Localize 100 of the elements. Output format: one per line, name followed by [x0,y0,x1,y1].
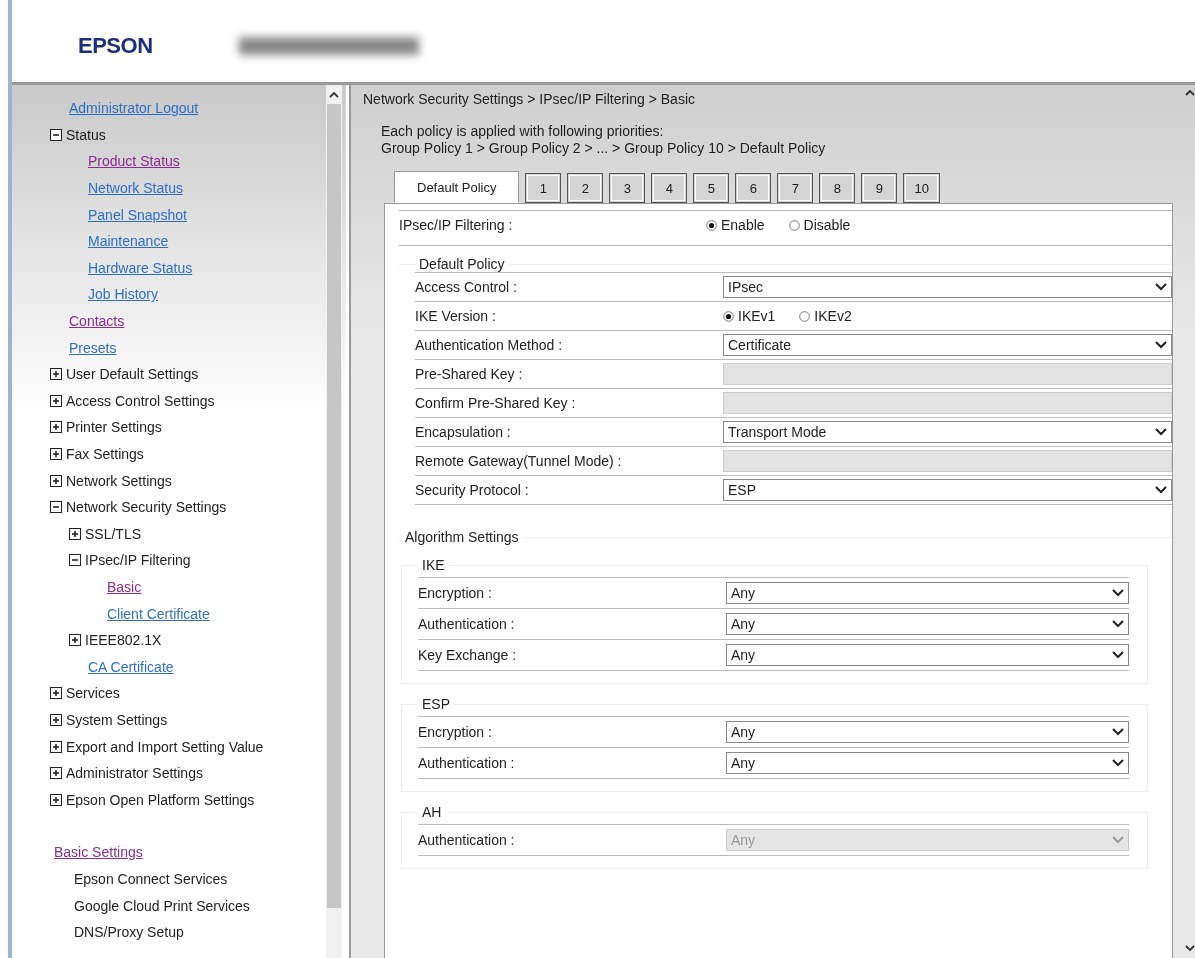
radio-button[interactable] [706,219,717,231]
expand-icon[interactable] [50,793,62,806]
tree-group-label[interactable]: Network Security Settings [66,499,227,516]
expand-icon[interactable] [50,421,62,434]
radio-option[interactable]: IKEv1 [723,308,776,324]
fieldset-legend: Default Policy [415,256,509,272]
tree-group-label[interactable]: Network Settings [66,472,172,489]
sidebar-item[interactable]: Google Cloud Print Services [74,897,250,914]
sidebar-link[interactable]: CA Certificate [88,658,174,675]
field-label: Security Protocol : [415,482,530,498]
tab[interactable]: 7 [777,173,814,203]
expand-icon[interactable] [50,687,62,700]
sidebar-link[interactable]: Network Status [88,180,183,197]
expand-icon[interactable] [50,767,62,780]
chevron-down-icon [1112,651,1124,659]
brand-logo: EPSON [78,33,154,59]
radio-option[interactable]: IKEv2 [799,308,852,324]
dropdown[interactable]: Any [726,721,1129,743]
collapse-icon[interactable] [69,554,81,567]
tree-group-label[interactable]: Access Control Settings [66,392,215,409]
sidebar-item[interactable]: Epson Connect Services [74,870,228,887]
expand-icon[interactable] [69,527,81,540]
tree-group-label[interactable]: System Settings [66,711,168,728]
scroll-up-icon[interactable] [329,91,339,98]
tab[interactable]: 1 [525,173,562,203]
dropdown[interactable]: Any [726,582,1129,604]
expand-icon[interactable] [50,474,62,487]
radio-option[interactable]: Disable [788,217,851,233]
tree-group-label[interactable]: Services [66,685,120,702]
chevron-down-icon [1155,341,1167,349]
tree-group-label[interactable]: SSL/TLS [85,525,142,542]
tab[interactable]: 10 [903,173,940,203]
expand-icon[interactable] [50,368,62,381]
sidebar-link[interactable]: Hardware Status [88,259,193,276]
field-label: Encapsulation : [415,424,512,440]
tab[interactable]: 5 [693,173,730,203]
sidebar-link[interactable]: Product Status [88,153,180,170]
field-label: Encryption : [418,724,493,740]
field-label: Authentication Method : [415,337,564,353]
scroll-up-icon[interactable] [1185,89,1195,96]
tab[interactable]: Default Policy [394,171,520,203]
chevron-down-icon [1155,428,1167,436]
collapse-icon[interactable] [50,128,62,141]
tree-group-label[interactable]: User Default Settings [66,366,199,383]
expand-icon[interactable] [50,394,62,407]
sidebar-link[interactable]: Basic [107,579,142,595]
chevron-down-icon [1155,486,1167,494]
fieldset-legend: IKE [418,557,449,573]
expand-icon[interactable] [50,713,62,726]
sidebar-link[interactable]: Job History [88,286,159,303]
field-label: Confirm Pre-Shared Key : [415,395,577,411]
tree-group-label[interactable]: IPsec/IP Filtering [85,552,191,569]
sidebar-link[interactable]: Contacts [69,313,125,330]
expand-icon[interactable] [69,634,81,647]
radio-option[interactable]: Enable [706,217,765,233]
field-label: Authentication : [418,832,516,848]
sidebar-link[interactable]: Maintenance [88,233,169,250]
chevron-down-icon [1112,759,1124,767]
sidebar-item[interactable]: DNS/Proxy Setup [74,924,184,941]
field-label: IPsec/IP Filtering : [399,217,514,233]
sidebar-link[interactable]: Presets [69,339,117,356]
tab[interactable]: 8 [819,173,856,203]
fieldset-legend: AH [418,804,446,820]
scrollbar[interactable] [326,85,342,958]
tab[interactable]: 2 [567,173,604,203]
radio-button[interactable] [799,310,811,322]
chevron-down-icon [1155,283,1167,291]
tab[interactable]: 6 [735,173,772,203]
fieldset-legend: ESP [418,696,454,712]
sidebar-link[interactable]: Basic Settings [54,844,143,861]
dropdown[interactable]: Certificate [723,334,1172,356]
dropdown[interactable]: Transport Mode [723,421,1172,443]
tree-group-label[interactable]: Fax Settings [66,446,144,462]
radio-button[interactable] [788,219,800,231]
scroll-down-icon[interactable] [1185,945,1195,952]
tree-group-label[interactable]: Status [66,126,106,143]
collapse-icon[interactable] [50,501,62,514]
dropdown[interactable]: ESP [723,479,1172,501]
tab[interactable]: 3 [609,173,646,203]
tree-group-label[interactable]: Administrator Settings [66,765,203,782]
field-label: Access Control : [415,279,518,295]
dropdown[interactable]: Any [726,613,1129,635]
radio-button[interactable] [723,310,734,322]
tab[interactable]: 9 [861,173,898,203]
sidebar-link[interactable]: Panel Snapshot [88,206,187,223]
chevron-down-icon [1112,728,1124,736]
field-label: Key Exchange : [418,647,518,663]
chevron-down-icon [1112,620,1124,628]
tree-group-label[interactable]: Export and Import Setting Value [66,738,264,755]
expand-icon[interactable] [50,448,62,460]
dropdown[interactable]: Any [726,752,1129,774]
tree-group-label[interactable]: Printer Settings [66,419,162,436]
expand-icon[interactable] [50,740,62,753]
tab[interactable]: 4 [651,173,688,203]
tree-group-label[interactable]: Epson Open Platform Settings [66,791,255,808]
tree-group-label[interactable]: IEEE802.1X [85,632,162,649]
sidebar-link[interactable]: Client Certificate [107,605,210,622]
intro-text: Each policy is applied with following priorities: [381,123,665,140]
dropdown[interactable]: Any [726,644,1129,666]
dropdown[interactable]: IPsec [723,276,1172,298]
